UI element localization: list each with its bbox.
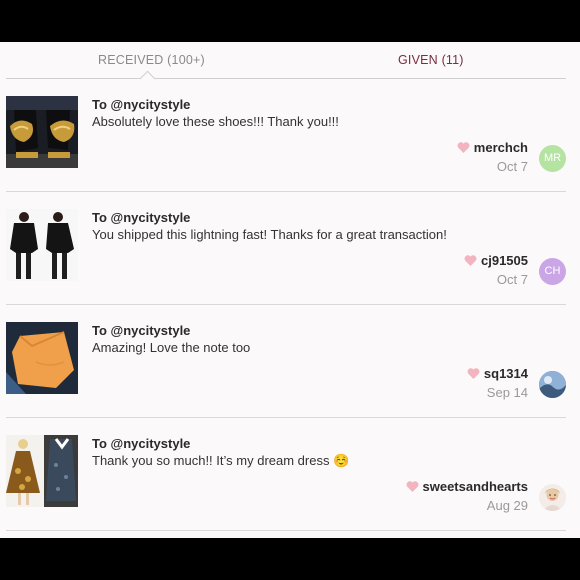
username-link[interactable]: sweetsandhearts	[423, 479, 529, 494]
username-link[interactable]: sq1314	[484, 366, 528, 381]
notes-list: To @nycitystyle Absolutely love these sh…	[0, 79, 580, 531]
love-note-message: You shipped this lightning fast! Thanks …	[92, 227, 447, 242]
recipient-label[interactable]: To @nycitystyle	[92, 436, 190, 451]
avatar[interactable]: MR	[539, 145, 566, 172]
tab-received[interactable]: RECEIVED (100+)	[98, 53, 205, 67]
heart-icon	[467, 367, 480, 382]
tab-bar: RECEIVED (100+) GIVEN (11)	[6, 42, 566, 87]
list-item[interactable]: To @nycitystyle Thank you so much!! It’s…	[6, 418, 566, 531]
list-item[interactable]: To @nycitystyle Amazing! Love the note t…	[6, 305, 566, 418]
listing-thumbnail[interactable]	[6, 435, 78, 507]
heart-icon	[464, 254, 477, 269]
listing-thumbnail[interactable]	[6, 322, 78, 394]
tab-given[interactable]: GIVEN (11)	[398, 53, 464, 67]
note-meta: sweetsandhearts Aug 29	[406, 479, 529, 513]
note-meta: cj91505 Oct 7	[464, 253, 528, 287]
note-date: Sep 14	[486, 385, 528, 400]
avatar[interactable]: CH	[539, 258, 566, 285]
love-note-message: Thank you so much!! It’s my dream dress …	[92, 453, 350, 468]
username-link[interactable]: merchch	[474, 140, 528, 155]
love-notes-screen: RECEIVED (100+) GIVEN (11) To @nycitysty…	[0, 42, 580, 538]
love-note-message: Absolutely love these shoes!!! Thank you…	[92, 114, 339, 129]
listing-thumbnail[interactable]	[6, 209, 78, 281]
list-item[interactable]: To @nycitystyle Absolutely love these sh…	[6, 79, 566, 192]
recipient-label[interactable]: To @nycitystyle	[92, 210, 190, 225]
heart-icon	[457, 141, 470, 156]
recipient-label[interactable]: To @nycitystyle	[92, 97, 190, 112]
heart-icon	[406, 480, 419, 495]
avatar[interactable]	[539, 371, 566, 398]
love-note-message: Amazing! Love the note too	[92, 340, 251, 355]
recipient-label[interactable]: To @nycitystyle	[92, 323, 190, 338]
note-meta: sq1314 Sep 14	[467, 366, 528, 400]
avatar[interactable]	[539, 484, 566, 511]
list-item[interactable]: To @nycitystyle You shipped this lightni…	[6, 192, 566, 305]
note-meta: merchch Oct 7	[457, 140, 528, 174]
note-date: Oct 7	[496, 272, 528, 287]
note-date: Aug 29	[486, 498, 528, 513]
note-date: Oct 7	[496, 159, 528, 174]
username-link[interactable]: cj91505	[481, 253, 528, 268]
listing-thumbnail[interactable]	[6, 96, 78, 168]
